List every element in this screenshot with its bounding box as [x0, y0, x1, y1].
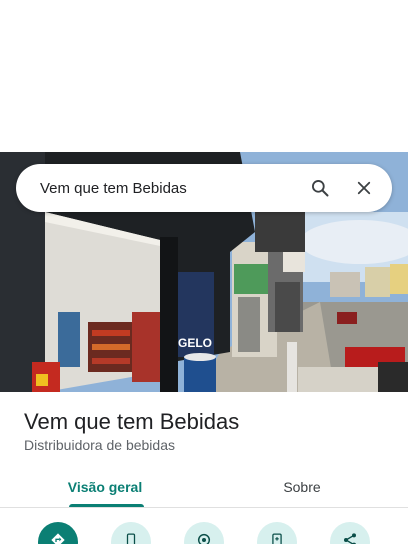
action-buttons [0, 522, 408, 544]
place-title: Vem que tem Bebidas [24, 409, 240, 434]
share-icon [342, 532, 358, 544]
tab-about[interactable]: Sobre [250, 466, 354, 508]
tab-selected-indicator [69, 504, 144, 507]
place-category: Distribuidora de bebidas [24, 437, 175, 453]
save-button[interactable] [184, 522, 224, 544]
tab-overview[interactable]: Visão geral [50, 466, 160, 508]
share-button[interactable] [330, 522, 370, 544]
directions-button[interactable] [38, 522, 78, 544]
phone-icon [124, 532, 138, 544]
bookmark-icon [196, 532, 212, 544]
map-blank-area [0, 0, 408, 152]
send-to-phone-icon [270, 532, 284, 544]
close-icon[interactable] [344, 168, 384, 208]
search-input[interactable]: Vem que tem Bebidas [40, 180, 300, 197]
search-icon[interactable] [300, 168, 340, 208]
call-button[interactable] [111, 522, 151, 544]
directions-icon [50, 532, 66, 544]
send-to-phone-button[interactable] [257, 522, 297, 544]
photo-sign-text: GELO [178, 336, 212, 350]
search-bar[interactable]: Vem que tem Bebidas [16, 164, 392, 212]
place-tabs: Visão geral Sobre [0, 466, 408, 508]
